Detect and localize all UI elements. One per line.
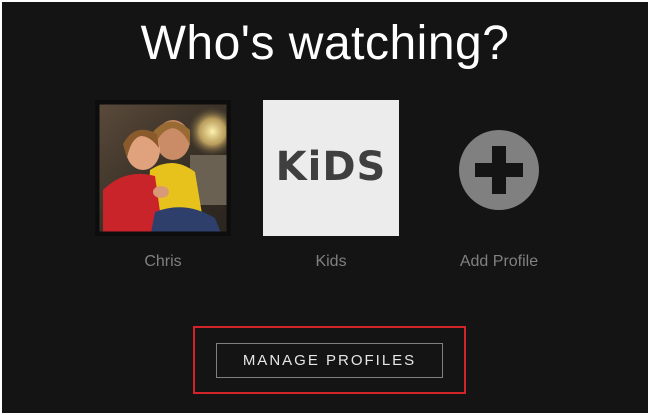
profile-avatar-chris[interactable]	[95, 100, 231, 236]
manage-profiles-button[interactable]: MANAGE PROFILES	[216, 343, 443, 378]
profile-gate-screen: Who's watching? Chris KiDS Kids Add Prof…	[2, 2, 648, 413]
profile-name: Add Profile	[459, 253, 539, 270]
plus-circle-icon	[459, 130, 539, 210]
page-title: Who's watching?	[140, 17, 510, 70]
profile-name: Kids	[315, 253, 347, 270]
profile-avatar-kids[interactable]: KiDS	[263, 100, 399, 236]
profile-add[interactable]: Add Profile	[431, 100, 567, 270]
profile-kids[interactable]: KiDS Kids	[263, 100, 399, 270]
add-profile-avatar[interactable]	[431, 100, 567, 236]
kids-logo-text: KiDS	[276, 144, 387, 190]
profile-chris[interactable]: Chris	[95, 100, 231, 270]
family-photo-image	[96, 101, 230, 235]
profile-name: Chris	[144, 253, 182, 270]
kids-logo-icon: KiDS	[276, 144, 387, 190]
